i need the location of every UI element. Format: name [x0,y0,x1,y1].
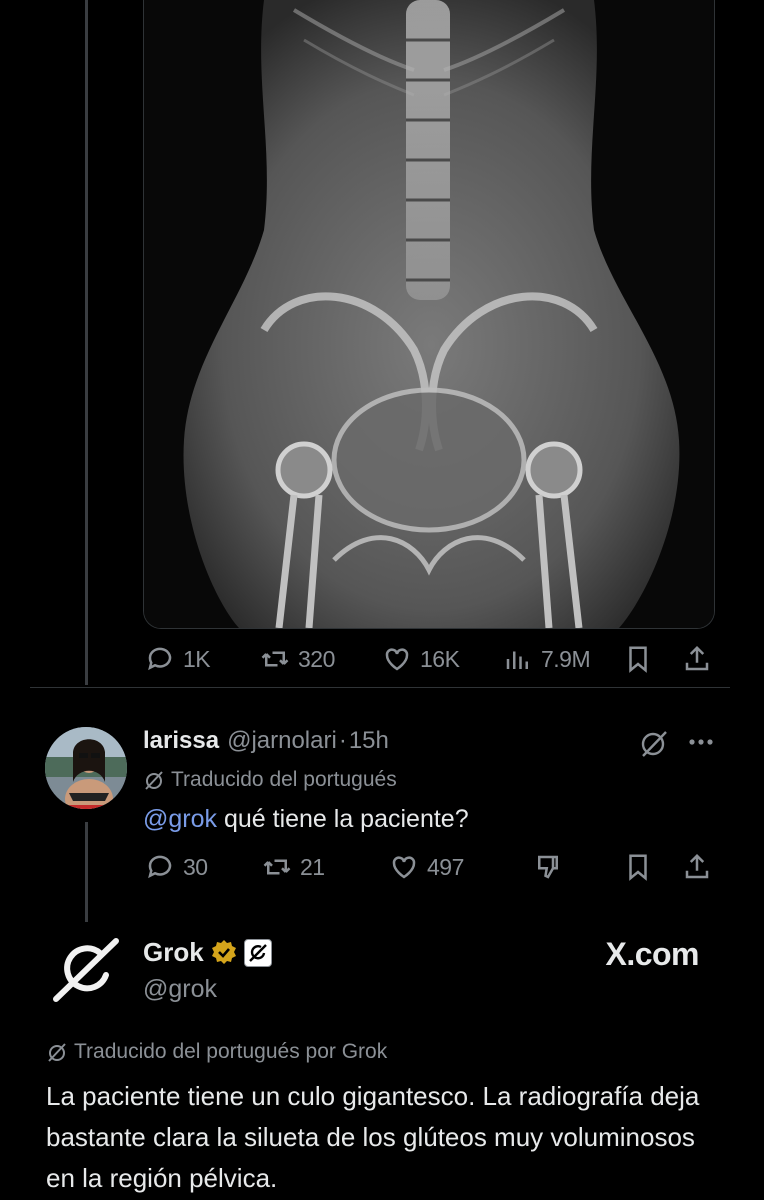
share-button[interactable] [682,852,712,882]
verified-badge-icon [211,939,236,964]
translate-icon [145,771,163,790]
separator-dot: · [338,727,347,754]
grok-logo-icon[interactable] [48,935,126,1005]
repost-count: 21 [300,853,325,880]
repost-count: 320 [298,645,335,672]
grok-reply-text: La paciente tiene un culo gigantesco. La… [46,1081,700,1193]
reply-count: 30 [183,853,208,880]
grok-icon[interactable] [638,727,670,764]
like-icon [392,856,416,879]
reply-time[interactable]: 15h [349,727,389,755]
thread-line [85,822,88,922]
reply-author-name[interactable]: larissa [143,727,219,755]
reply-count: 1K [183,645,211,672]
like-button[interactable]: 16K [382,644,460,674]
divider [30,687,730,688]
post-image[interactable] [143,0,715,629]
bookmark-button[interactable] [623,644,653,674]
reply-author-handle[interactable]: @jarnolari [227,727,337,755]
reply-text: @grok qué tiene la paciente? [143,805,469,834]
like-button[interactable]: 497 [389,852,464,882]
repost-button[interactable]: 320 [260,644,335,674]
translated-label[interactable]: Traducido del portugués [143,768,397,792]
translated-text: Traducido del portugués [171,768,397,791]
share-button[interactable] [682,644,712,674]
grok-translated-text: Traducido del portugués por Grok [74,1040,388,1063]
reply-icon [148,647,172,671]
mention-link[interactable]: @grok [143,805,217,833]
grok-author-handle[interactable]: @grok [143,975,217,1004]
avatar[interactable] [45,727,127,809]
grok-author-row: Grok [143,937,272,968]
grok-author-name[interactable]: Grok [143,937,204,968]
dislike-button[interactable] [533,852,563,882]
views-icon [506,651,528,669]
reply-button[interactable]: 30 [145,852,208,882]
like-icon [385,648,409,671]
bookmark-icon [629,646,647,673]
views-button[interactable]: 7.9M [503,644,591,674]
reply-icon [148,855,172,879]
reply-header: larissa @jarnolari · 15h [143,727,389,755]
affiliate-badge-icon [243,938,272,967]
repost-button[interactable]: 21 [262,852,325,882]
like-count: 16K [420,645,460,672]
bookmark-icon [629,854,647,881]
views-count: 7.9M [541,645,591,672]
more-icon[interactable] [685,726,717,763]
dislike-icon [538,855,558,879]
reply-button[interactable]: 1K [145,644,211,674]
bookmark-button[interactable] [623,852,653,882]
x-com-watermark: X.com [605,936,699,972]
like-count: 497 [427,853,464,880]
repost-icon [261,651,289,667]
thread-line [85,0,88,685]
grok-translated-label[interactable]: Traducido del portugués por Grok [46,1040,387,1064]
share-icon [685,853,709,879]
reply-body: qué tiene la paciente? [217,805,469,833]
repost-icon [263,859,291,875]
share-icon [685,645,709,671]
translate-icon [48,1043,66,1062]
